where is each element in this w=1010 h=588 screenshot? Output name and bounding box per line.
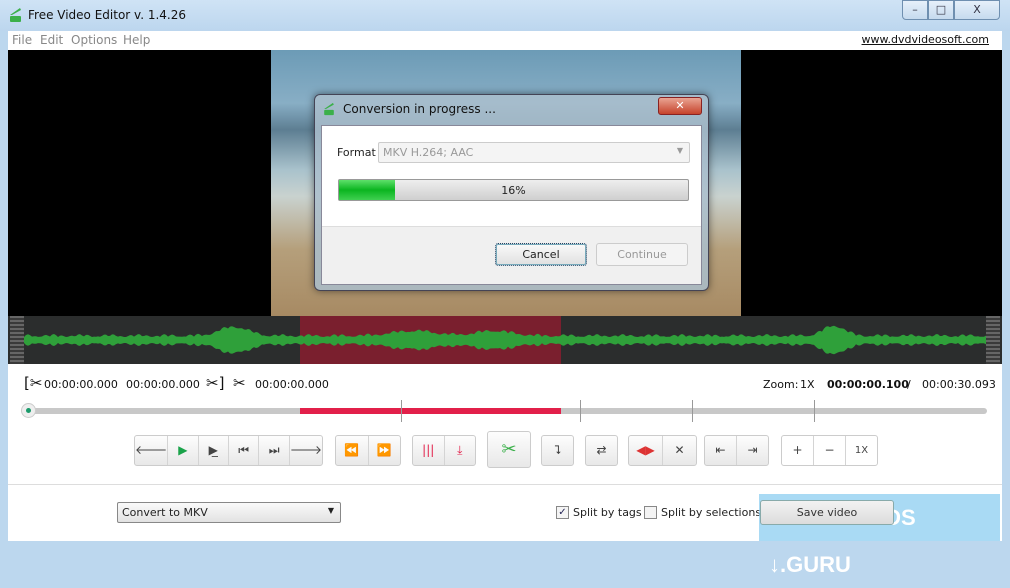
progress-text: 16% — [501, 184, 526, 197]
selection-range — [300, 408, 561, 414]
cut-group: ✂ — [487, 431, 531, 468]
right-grip-handle[interactable] — [986, 316, 1000, 364]
step-forward-button[interactable]: 🡒 — [290, 436, 322, 465]
seek-group: ⏪ ⏩ — [335, 435, 401, 466]
play-button[interactable]: ▶ — [168, 436, 199, 465]
split-by-selections-checkbox[interactable] — [644, 506, 657, 519]
total-time: 00:00:30.093 — [922, 378, 996, 391]
time-separator: / — [907, 378, 911, 391]
format-value: MKV H.264; AAC — [383, 146, 474, 159]
minimize-button[interactable]: – — [902, 0, 928, 20]
playback-group: 🡐 ▶ ▶̲ ⏮ ⏭ 🡒 — [134, 435, 323, 466]
continue-button[interactable]: Continue — [596, 243, 688, 266]
dialog-footer: Cancel Continue — [322, 226, 701, 284]
adjust-settings-button[interactable]: ⇄ — [586, 436, 617, 465]
prev-frame-button[interactable]: ⏮ — [229, 436, 260, 465]
cut-scissors-button[interactable]: ✂ — [488, 432, 530, 467]
jump-group: ⇤ ⇥ — [704, 435, 769, 466]
convert-format-value: Convert to MKV — [122, 506, 208, 519]
jump-prev-marker-button[interactable]: ⇤ — [705, 436, 737, 465]
selection-group: ◀▶ ✕ — [628, 435, 697, 466]
tag-marker[interactable] — [580, 400, 581, 422]
window-title: Free Video Editor v. 1.4.26 — [28, 8, 187, 22]
split-by-tags-checkbox[interactable]: ✓ — [556, 506, 569, 519]
app-logo-icon — [10, 8, 21, 22]
marker-group: ||| ⤓ — [412, 435, 476, 466]
conversion-dialog: Conversion in progress ... ✕ Format MKV … — [314, 94, 709, 291]
save-video-button[interactable]: Save video — [760, 500, 894, 525]
maximize-button[interactable]: □ — [928, 0, 954, 20]
zoom-value: 1X — [800, 378, 815, 391]
split-by-selections-label: Split by selections — [661, 506, 762, 519]
left-grip-handle[interactable] — [10, 316, 24, 364]
format-label: Format — [337, 146, 376, 159]
dialog-title: Conversion in progress ... — [343, 102, 496, 116]
play-selection-button[interactable]: ▶̲ — [199, 436, 229, 465]
tag-marker[interactable] — [401, 400, 402, 422]
tag-marker[interactable] — [692, 400, 693, 422]
seek-start-button[interactable]: ⏪ — [336, 436, 369, 465]
select-between-button[interactable]: ◀▶ — [629, 436, 663, 465]
chevron-down-icon: ▼ — [327, 506, 334, 515]
menu-help[interactable]: Help — [123, 33, 150, 47]
dialog-close-button[interactable]: ✕ — [658, 97, 702, 115]
slider-handle[interactable] — [21, 403, 36, 418]
end-time: 00:00:00.000 — [255, 378, 329, 391]
position-slider[interactable] — [21, 400, 987, 422]
zoom-out-button[interactable]: − — [814, 436, 846, 465]
website-link[interactable]: www.dvdvideosoft.com — [862, 33, 989, 46]
menu-bar: File Edit Options Help www.dvdvideosoft.… — [8, 31, 1002, 50]
format-select[interactable]: MKV H.264; AAC ▼ — [378, 142, 690, 163]
settings-group: ⇄ — [585, 435, 618, 466]
close-button[interactable]: X — [954, 0, 1000, 20]
split-by-tags-label: Split by tags — [573, 506, 642, 519]
delete-selection-button[interactable]: ✕ — [663, 436, 696, 465]
chevron-down-icon: ▼ — [676, 146, 683, 155]
convert-format-select[interactable]: Convert to MKV ▼ — [117, 502, 341, 523]
zoom-label: Zoom: — [763, 378, 799, 391]
zoom-reset-button[interactable]: 1X — [846, 436, 877, 465]
menu-file[interactable]: File — [12, 33, 32, 47]
menu-edit[interactable]: Edit — [40, 33, 63, 47]
start-time: 00:00:00.000 — [44, 378, 118, 391]
add-marker-button[interactable]: ⤓ — [445, 436, 476, 465]
app-logo-icon — [324, 102, 334, 116]
zoom-in-button[interactable]: + — [782, 436, 814, 465]
menu-options[interactable]: Options — [71, 33, 117, 47]
selection-time: 00:00:00.000 — [126, 378, 200, 391]
conversion-progress-bar: 16% — [338, 179, 689, 201]
waveform — [24, 325, 988, 355]
scissors-icon[interactable]: ✂ — [233, 374, 246, 392]
split-markers-button[interactable]: ||| — [413, 436, 445, 465]
seek-end-button[interactable]: ⏩ — [369, 436, 401, 465]
waveform-path — [24, 325, 988, 355]
jump-next-marker-button[interactable]: ⇥ — [737, 436, 768, 465]
tag-marker[interactable] — [814, 400, 815, 422]
rotate-group: ⮧ — [541, 435, 574, 466]
audio-waveform-timeline[interactable] — [8, 316, 1002, 364]
next-frame-button[interactable]: ⏭ — [259, 436, 290, 465]
zoom-group: + − 1X — [781, 435, 878, 466]
cancel-button[interactable]: Cancel — [495, 243, 587, 266]
current-time: 00:00:00.100 — [827, 378, 909, 391]
cut-end-icon[interactable]: ✂] — [206, 374, 224, 392]
cut-start-icon[interactable]: [✂ — [24, 374, 42, 392]
dialog-body: Format MKV H.264; AAC ▼ 16% Cancel Contin… — [321, 125, 702, 285]
title-bar: Free Video Editor v. 1.4.26 – □ X — [0, 0, 1010, 31]
step-back-button[interactable]: 🡐 — [135, 436, 169, 465]
rotate-button[interactable]: ⮧ — [542, 436, 573, 465]
